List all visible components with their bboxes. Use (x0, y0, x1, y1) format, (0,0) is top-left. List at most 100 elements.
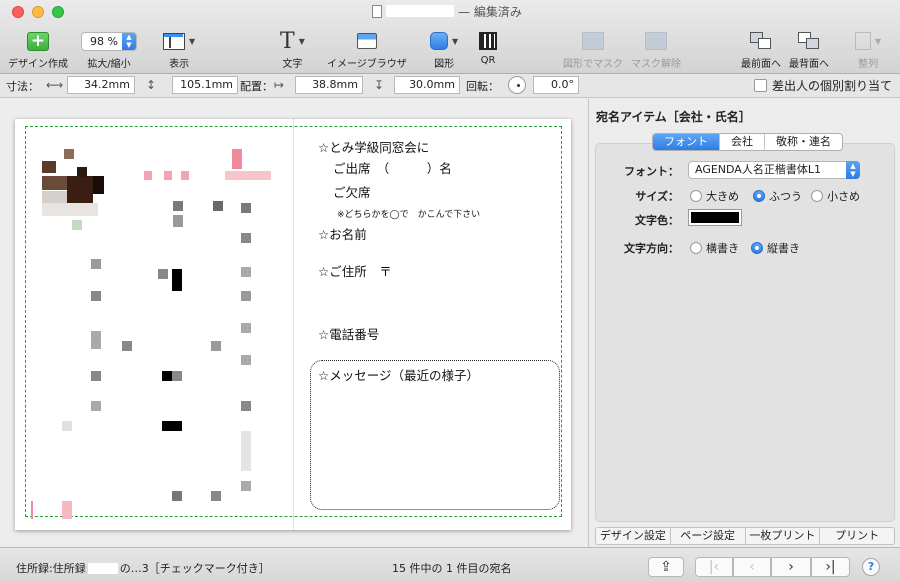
minimize-window-button[interactable] (32, 6, 44, 18)
bring-front-icon (750, 32, 772, 50)
phone-field-label[interactable]: ☆電話番号 (318, 324, 379, 343)
rotation-field[interactable]: 0.0° (533, 76, 579, 94)
stepper-arrows-icon: ▲ ▼ (846, 161, 860, 179)
text-color-swatch[interactable] (688, 209, 742, 226)
first-record-button[interactable]: |‹ (695, 557, 733, 577)
window-layout-icon (163, 32, 185, 50)
chevron-down-icon: ▼ (452, 36, 459, 46)
last-record-button[interactable]: ›| (811, 557, 850, 577)
panel-mode-tabs: デザイン設定 ページ設定 一枚プリント プリント (595, 527, 895, 545)
size-label: サイズ： (635, 190, 679, 203)
y-position-field[interactable]: 30.0mm (394, 76, 460, 94)
circle-note[interactable]: ※どちらかを◯で かこんで下さい (337, 207, 480, 220)
y-position-icon: ↧ (374, 78, 385, 92)
window-title: — 編集済み (372, 3, 522, 19)
design-canvas[interactable]: ☆とみ学級同窓会に ご出席 （ ）名 ご欠席 ※どちらかを◯で かこんで下さい … (0, 99, 587, 547)
qr-code-icon (479, 32, 497, 50)
qr-button[interactable]: QR (479, 30, 497, 66)
size-normal-radio[interactable]: ふつう (753, 188, 802, 204)
last-icon: ›| (825, 559, 836, 575)
window-toolbar: — 編集済み + デザイン作成 98 % ▲ ▼ 拡大/縮小 ▼ 表示 T ▼ 文字… (0, 0, 900, 74)
tab-honorific[interactable]: 敬称・連名 (764, 134, 842, 150)
next-record-button[interactable]: › (771, 557, 811, 577)
x-position-icon: ↦ (274, 78, 285, 92)
x-position-field[interactable]: 38.8mm (295, 76, 363, 94)
zoom-control[interactable]: 98 % ▲ ▼ 拡大/縮小 (81, 30, 137, 70)
send-to-back-button[interactable]: 最背面へ (789, 30, 829, 70)
chevron-right-icon: › (788, 559, 794, 575)
unmask-icon (645, 32, 667, 50)
mask-with-shape-button[interactable]: 図形でマスク (563, 30, 623, 70)
vertical-radio[interactable]: 縦書き (751, 240, 800, 256)
rotation-dial[interactable] (508, 76, 526, 94)
bring-to-front-button[interactable]: 最前面へ (741, 30, 781, 70)
chevron-down-icon: ▼ (189, 36, 196, 46)
sender-assign-checkbox[interactable]: 差出人の個別割り当て (754, 77, 892, 94)
size-small-radio[interactable]: 小さめ (811, 188, 860, 204)
message-field-label[interactable]: ☆メッセージ（最近の様子） (318, 365, 479, 384)
redacted-filename (386, 5, 454, 17)
title-status: — 編集済み (458, 4, 522, 19)
tab-company[interactable]: 会社 (719, 134, 764, 150)
tab-page-settings[interactable]: ページ設定 (669, 528, 745, 544)
height-arrow-icon: ↕ (146, 78, 157, 92)
previous-record-button[interactable]: ‹ (733, 557, 771, 577)
tab-font[interactable]: フォント (653, 134, 719, 150)
close-window-button[interactable] (12, 6, 24, 18)
name-field-label[interactable]: ☆お名前 (318, 224, 367, 243)
horizontal-radio[interactable]: 横書き (690, 240, 739, 256)
width-field[interactable]: 34.2mm (67, 76, 135, 94)
postcard[interactable]: ☆とみ学級同窓会に ご出席 （ ）名 ご欠席 ※どちらかを◯で かこんで下さい … (15, 119, 571, 530)
reunion-heading[interactable]: ☆とみ学級同窓会に (318, 137, 429, 156)
chevron-left-icon: ‹ (749, 559, 755, 575)
absent-line[interactable]: ご欠席 (333, 182, 371, 201)
question-icon: ? (867, 560, 875, 573)
shape-button[interactable]: ▼ 図形 (430, 30, 458, 70)
share-icon: ⇪ (660, 559, 672, 575)
text-tool-icon: T (280, 28, 295, 54)
image-browser-icon (356, 33, 377, 49)
chevron-down-icon: ▼ (875, 36, 882, 46)
rotation-label: 回転： (466, 80, 499, 93)
align-icon (855, 32, 871, 50)
center-fold-line (293, 119, 294, 530)
address-book-status: 住所録:住所録 の…3［チェックマーク付き］ (16, 562, 270, 575)
size-large-radio[interactable]: 大きめ (690, 188, 739, 204)
tab-single-print[interactable]: 一枚プリント (744, 528, 820, 544)
design-create-button[interactable]: + デザイン作成 (8, 30, 68, 70)
color-label: 文字色： (635, 214, 679, 227)
address-field-label[interactable]: ☆ご住所 〒 (318, 261, 392, 280)
text-button[interactable]: T ▼ 文字 (280, 28, 305, 71)
size-label: 寸法： (6, 80, 39, 93)
checkbox-box[interactable] (754, 79, 767, 92)
send-back-icon (798, 32, 820, 50)
image-browser-button[interactable]: イメージブラウザ (327, 30, 407, 70)
plus-icon: + (27, 31, 49, 51)
font-select[interactable]: AGENDA人名正楷書体L1 ▲ ▼ (688, 161, 860, 179)
zoom-window-button[interactable] (52, 6, 64, 18)
mask-shape-icon (582, 32, 604, 50)
attend-line[interactable]: ご出席 （ ）名 (333, 158, 452, 177)
height-field[interactable]: 105.1mm (172, 76, 238, 94)
position-label: 配置： (240, 80, 273, 93)
inspector-panel: 宛名アイテム［会社・氏名］ フォント 会社 敬称・連名 フォント： AGENDA… (588, 99, 900, 547)
first-icon: |‹ (708, 559, 720, 575)
shape-tool-icon (430, 32, 448, 50)
chevron-down-icon: ▼ (298, 36, 305, 46)
unmask-button[interactable]: マスク解除 (631, 30, 681, 70)
view-button[interactable]: ▼ 表示 (163, 30, 195, 70)
font-label: フォント： (624, 165, 679, 178)
help-button[interactable]: ? (862, 558, 880, 576)
record-counter: 15 件中の 1 件目の宛名 (392, 562, 512, 575)
inspector-tabs: フォント 会社 敬称・連名 (652, 133, 843, 151)
tab-print[interactable]: プリント (819, 528, 894, 544)
tab-design-settings[interactable]: デザイン設定 (596, 528, 670, 544)
stepper-arrows-icon[interactable]: ▲ ▼ (122, 32, 136, 50)
width-arrow-icon: ⟷ (46, 78, 64, 92)
align-button[interactable]: ▼ 整列 (855, 30, 881, 70)
status-bar: 住所録:住所録 の…3［チェックマーク付き］ 15 件中の 1 件目の宛名 ⇪ … (0, 547, 900, 582)
zoom-stepper[interactable]: 98 % ▲ ▼ (81, 31, 137, 51)
direction-label: 文字方向： (624, 242, 679, 255)
share-button[interactable]: ⇪ (648, 557, 684, 577)
redacted-text (87, 562, 118, 574)
